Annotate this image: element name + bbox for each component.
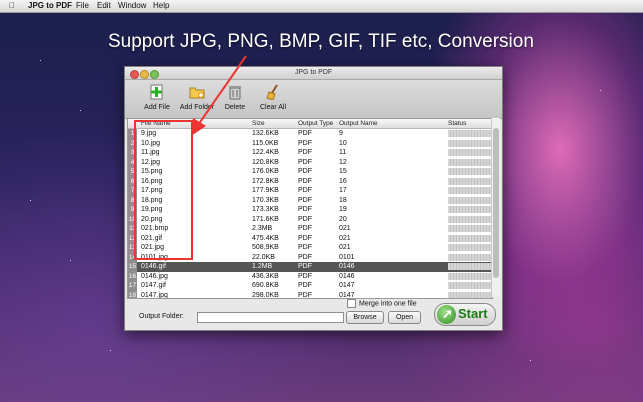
highlight-arrow-icon: [191, 55, 247, 136]
